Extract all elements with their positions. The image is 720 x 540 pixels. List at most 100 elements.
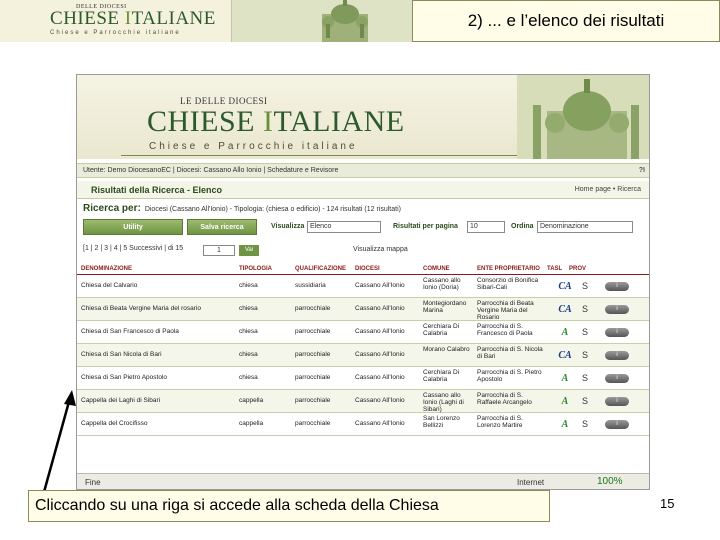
status-text: Fine (85, 478, 101, 487)
cell-diocesi: Cassano All'Ionio (355, 305, 405, 312)
site-cathedral-banner (517, 75, 649, 159)
cell-name: Chiesa di San Pietro Apostolo (81, 374, 167, 381)
slide-title-box: 2) ... e l’elenco dei risultati (412, 0, 720, 42)
header-cathedral-banner (232, 0, 412, 42)
cell-qual: parrocchiale (295, 351, 331, 358)
cell-name: Chiesa di San Nicola di Bari (81, 351, 162, 358)
slide: DELLE DIOCESI CHIESE ITALIANE Chiese e P… (0, 0, 720, 540)
cell-name: Chiesa di San Francesco di Paola (81, 328, 179, 335)
site-cathedral-illustration (517, 75, 649, 159)
show-map-link[interactable]: Visualizza mappa (353, 246, 408, 253)
results-title: Risultati della Ricerca - Elenco (91, 185, 223, 195)
col-ente-proprietario[interactable]: ENTE PROPRIETARIO (477, 266, 540, 272)
table-row[interactable]: Chiesa di San Nicola di Bari chiesa parroc… (77, 344, 649, 367)
cell-comune: Cassano allo Ionio (Laghi di Sibari) (423, 392, 464, 413)
open-record-button[interactable]: i (605, 305, 629, 314)
protection-icon: S (581, 373, 588, 383)
logo-word-chiese: HIESE (63, 8, 125, 29)
sort-select[interactable]: Denominazione (537, 221, 633, 233)
open-record-button[interactable]: i (605, 351, 629, 360)
search-criteria-text: Diocesi (Cassano All'Ionio) - Tipologia:… (144, 206, 401, 213)
cell-tipo: chiesa (239, 328, 258, 335)
pagination-links[interactable]: [1 | 2 | 3 | 4 | 5 Successivi | di 15 (83, 245, 183, 252)
open-record-button[interactable]: i (605, 328, 629, 337)
open-record-button[interactable]: i (605, 397, 629, 406)
cell-tipo: chiesa (239, 305, 258, 312)
slide-header: DELLE DIOCESI CHIESE ITALIANE Chiese e P… (0, 0, 720, 42)
results-per-page-label: Risultati per pagina (393, 223, 458, 230)
ownership-badge-icon: A (561, 419, 569, 430)
cell-name: Chiesa del Calvario (81, 282, 138, 289)
status-zone: Internet (517, 478, 545, 487)
cell-ente: Parrocchia di Beata Vergine Maria del Ro… (477, 300, 534, 321)
open-record-button[interactable]: i (605, 374, 629, 383)
ownership-badge-icon: A (561, 327, 569, 338)
help-icon[interactable]: ?I (639, 164, 645, 178)
site-logo-word-italiane: TALIANE (273, 105, 405, 138)
site-logo-wordmark[interactable]: CHIESE ITALIANE (147, 105, 405, 139)
site-logo-letter-c: C (147, 105, 168, 138)
logo-letter-i: I (124, 8, 132, 29)
col-diocesi[interactable]: DIOCESI (355, 266, 380, 272)
protection-icon: S (581, 304, 588, 314)
table-row[interactable]: Chiesa del Calvario chiesa sussidiaria Cass… (77, 275, 649, 298)
col-tasl[interactable]: TASL (547, 266, 562, 272)
view-select[interactable]: Elenco (307, 221, 381, 233)
col-qualificazione[interactable]: QUALIFICAZIONE (295, 266, 346, 272)
slide-number: 15 (660, 496, 675, 511)
cell-qual: parrocchiale (295, 328, 331, 335)
col-tipologia[interactable]: TIPOLOGIA (239, 266, 272, 272)
cell-tipo: chiesa (239, 282, 258, 289)
cell-ente: Parrocchia di S. Nicola di Bari (477, 346, 543, 360)
slide-caption-text: Cliccando su una riga si accede alla sch… (35, 497, 439, 514)
logo-letter-c: C (50, 8, 64, 29)
protection-icon: S (581, 327, 588, 337)
col-comune[interactable]: COMUNE (423, 266, 450, 272)
cell-tipo: cappella (239, 397, 264, 404)
ownership-badge-icon: CA (558, 281, 572, 292)
table-row[interactable]: Cappella dei Laghi di Sibari cappella parr… (77, 390, 649, 413)
col-prov[interactable]: PROV (569, 266, 586, 272)
cell-qual: sussidiaria (295, 282, 326, 289)
status-zoom[interactable]: 100% (597, 476, 623, 487)
results-table-header: DENOMINAZIONE TIPOLOGIA QUALIFICAZIONE D… (77, 265, 649, 275)
page-go-button[interactable]: Vai (239, 245, 259, 256)
logo-wordmark: CHIESE ITALIANE (50, 8, 216, 30)
cell-comune: San Lorenzo Bellizzi (423, 415, 460, 429)
open-record-button[interactable]: i (605, 420, 629, 429)
cell-name: Cappella del Crocifisso (81, 420, 148, 427)
utility-button[interactable]: Utility (83, 219, 183, 235)
cell-qual: parrocchiale (295, 420, 331, 427)
results-per-page-select[interactable]: 10 (467, 221, 505, 233)
table-row[interactable]: Chiesa di San Francesco di Paola chiesa pa… (77, 321, 649, 344)
table-row[interactable]: Cappella del Crocifisso cappella parrocchi… (77, 413, 649, 436)
cathedral-illustration (232, 0, 412, 42)
cell-name: Chiesa di Beata Vergine Maria del rosari… (81, 305, 201, 312)
protection-icon: S (581, 419, 588, 429)
cell-diocesi: Cassano All'Ionio (355, 328, 405, 335)
cell-diocesi: Cassano All'Ionio (355, 351, 405, 358)
col-denominazione[interactable]: DENOMINAZIONE (81, 266, 132, 272)
cell-comune: Cassano allo Ionio (Doria) (423, 277, 461, 291)
cell-diocesi: Cassano All'Ionio (355, 282, 405, 289)
site-logo-subtitle: Chiese e Parrocchie italiane (149, 141, 358, 152)
browser-screenshot: LE DELLE DIOCESI CHIESE ITALIANE Chiese … (76, 74, 650, 490)
page-number-input[interactable]: 1 (203, 245, 235, 256)
cell-tipo: chiesa (239, 351, 258, 358)
ownership-badge-icon: A (561, 373, 569, 384)
header-logo: DELLE DIOCESI CHIESE ITALIANE Chiese e P… (0, 0, 232, 42)
logo-subtitle: Chiese e Parrocchie italiane (50, 30, 181, 36)
table-row[interactable]: Chiesa di Beata Vergine Maria del rosari… (77, 298, 649, 321)
ownership-badge-icon: A (561, 396, 569, 407)
panel-nav-links[interactable]: Home page • Ricerca (575, 186, 641, 193)
open-record-button[interactable]: i (605, 282, 629, 291)
table-row[interactable]: Chiesa di San Pietro Apostolo chiesa parro… (77, 367, 649, 390)
protection-icon: S (581, 396, 588, 406)
user-bar-text: Utente: Demo DiocesanoEC | Diocesi: Cass… (83, 167, 339, 174)
save-search-button[interactable]: Salva ricerca (187, 219, 257, 235)
cell-qual: parrocchiale (295, 397, 331, 404)
cell-diocesi: Cassano All'Ionio (355, 397, 405, 404)
cell-diocesi: Cassano All'Ionio (355, 374, 405, 381)
cell-ente: Parrocchia di S. Francesco di Paola (477, 323, 533, 337)
site-logo-divider (121, 155, 521, 156)
